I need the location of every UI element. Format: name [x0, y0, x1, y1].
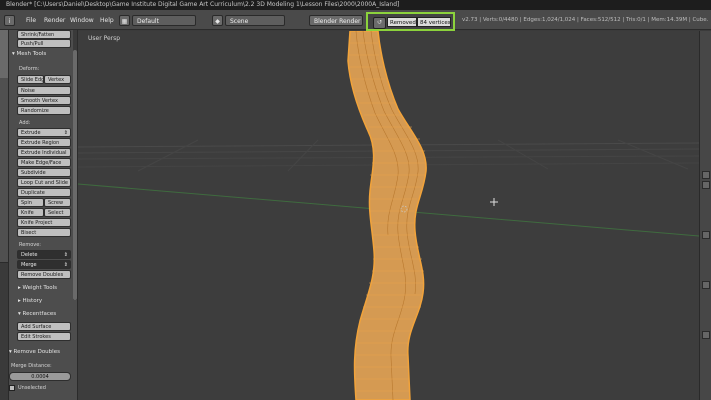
viewport-scene: [78, 31, 699, 400]
merge-distance-field[interactable]: 0.0004: [9, 372, 71, 381]
recent-title: Recentfaces: [22, 311, 57, 317]
right-tab-2[interactable]: [702, 181, 710, 189]
operator-panel-header[interactable]: ▾ Remove Doubles: [9, 349, 60, 355]
tab-physics[interactable]: [0, 182, 8, 223]
right-tab-4[interactable]: [702, 281, 710, 289]
tab-grease-pencil[interactable]: [0, 222, 8, 263]
dropdown-arrows-icon: ⇕: [63, 252, 68, 258]
smooth-vertex-button[interactable]: Smooth Vertex: [17, 96, 71, 105]
screw-button[interactable]: Screw: [44, 198, 71, 207]
history-panel-header[interactable]: ▸ History: [18, 298, 42, 304]
crosshair-cursor-icon: [490, 198, 498, 206]
menu-render[interactable]: Render: [42, 15, 67, 26]
knife-select-button[interactable]: Select: [44, 208, 71, 217]
window-title: Blender* [C:\Users\Daniel\Desktop\Game I…: [6, 1, 400, 8]
merge-label: Merge: [21, 262, 37, 268]
3d-viewport[interactable]: User Persp: [78, 31, 699, 400]
blender-window: Blender* [C:\Users\Daniel\Desktop\Game I…: [0, 0, 711, 400]
right-tab-3[interactable]: [702, 231, 710, 239]
spin-button[interactable]: Spin: [17, 198, 44, 207]
remove-label: Remove:: [19, 242, 41, 248]
scene-dropdown[interactable]: Scene: [225, 15, 285, 26]
tab-tools[interactable]: [0, 30, 8, 79]
dropdown-arrows-icon: ⇕: [63, 262, 68, 268]
knife-project-button[interactable]: Knife Project: [17, 218, 71, 227]
remove-doubles-button[interactable]: Remove Doubles: [17, 270, 71, 279]
extrude-dropdown[interactable]: Extrude ⇕: [17, 128, 71, 137]
mesh-tools-title: Mesh Tools: [16, 51, 47, 57]
scene-stats: v2.73 | Verts:0/4480 | Edges:1,024/1,024…: [462, 17, 708, 23]
add-label: Add:: [19, 120, 31, 126]
tab-animation[interactable]: [0, 142, 8, 183]
mesh-tools-panel-header[interactable]: ▾ Mesh Tools: [12, 51, 46, 57]
shrink-fatten-button[interactable]: Shrink/Fatten: [17, 30, 71, 39]
extrude-individual-button[interactable]: Extrude Individual: [17, 148, 71, 157]
merge-distance-value: 0.0004: [31, 374, 49, 380]
knife-button[interactable]: Knife: [17, 208, 44, 217]
operator-panel-title: Remove Doubles: [13, 349, 60, 355]
operator-status-highlight: ↺ Removed 84 vertices: [366, 12, 455, 31]
unselected-checkbox[interactable]: [9, 385, 15, 391]
mesh-object: [347, 31, 427, 400]
delete-label: Delete: [21, 252, 38, 258]
merge-distance-label: Merge Distance:: [11, 363, 52, 369]
tab-relations[interactable]: [0, 110, 8, 143]
extrude-region-button[interactable]: Extrude Region: [17, 138, 71, 147]
deform-label: Deform:: [19, 66, 40, 72]
screen-layout-dropdown[interactable]: Default: [132, 15, 196, 26]
viewport-view-label: User Persp: [88, 35, 121, 42]
subdivide-button[interactable]: Subdivide: [17, 168, 71, 177]
render-engine-dropdown[interactable]: Blender Render: [309, 15, 363, 26]
edit-strokes-button[interactable]: Edit Strokes: [17, 332, 71, 341]
weight-tools-title: Weight Tools: [22, 285, 57, 291]
extrude-label: Extrude: [21, 130, 41, 136]
screen-layout-icon[interactable]: ▦: [119, 15, 130, 26]
toolshelf-scrollbar[interactable]: [73, 30, 77, 300]
scene-icon[interactable]: ◆: [212, 15, 223, 26]
menu-window[interactable]: Window: [68, 15, 96, 26]
dropdown-arrows-icon: ⇕: [63, 130, 68, 136]
slide-edge-button[interactable]: Slide Edge: [17, 75, 44, 84]
toolshelf-tabs: [0, 30, 9, 400]
bisect-button[interactable]: Bisect: [17, 228, 71, 237]
right-tab-5[interactable]: [702, 331, 710, 339]
slide-vertex-button[interactable]: Vertex: [44, 75, 71, 84]
randomize-button[interactable]: Randomize: [17, 106, 71, 115]
loop-cut-slide-button[interactable]: Loop Cut and Slide: [17, 178, 71, 187]
push-pull-button[interactable]: Push/Pull: [17, 39, 71, 48]
status-label: Removed: [387, 17, 417, 27]
duplicate-button[interactable]: Duplicate: [17, 188, 71, 197]
right-tab-1[interactable]: [702, 171, 710, 179]
tab-create[interactable]: [0, 78, 8, 111]
menu-file[interactable]: File: [24, 15, 38, 26]
add-surface-button[interactable]: Add Surface: [17, 322, 71, 331]
weight-tools-panel-header[interactable]: ▸ Weight Tools: [18, 285, 57, 291]
status-value: 84 vertices: [417, 17, 451, 27]
editor-type-icon[interactable]: i: [4, 15, 15, 26]
delete-dropdown[interactable]: Delete ⇕: [17, 250, 71, 259]
info-header: i File Render Window Help ▦ Default ◆ Sc…: [0, 10, 711, 30]
history-title: History: [22, 298, 43, 304]
tool-shelf: Shrink/Fatten Push/Pull ▾ Mesh Tools Def…: [9, 30, 78, 400]
window-titlebar: Blender* [C:\Users\Daniel\Desktop\Game I…: [0, 0, 711, 10]
merge-dropdown[interactable]: Merge ⇕: [17, 260, 71, 269]
recent-panel-header[interactable]: ▾ Recentfaces: [18, 311, 56, 317]
make-edge-face-button[interactable]: Make Edge/Face: [17, 158, 71, 167]
status-icon: ↺: [373, 17, 386, 29]
noise-button[interactable]: Noise: [17, 86, 71, 95]
menu-help[interactable]: Help: [98, 15, 116, 26]
scrollbar-thumb[interactable]: [73, 50, 77, 300]
unselected-label: Unselected: [18, 385, 46, 391]
properties-edge: [699, 31, 711, 400]
